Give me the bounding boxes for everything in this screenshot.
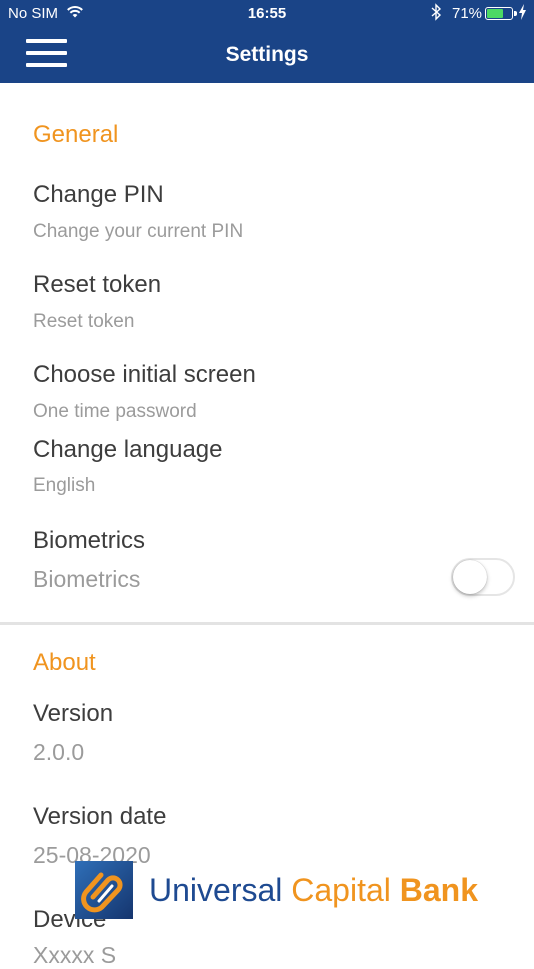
setting-title: Change language: [33, 436, 223, 463]
biometrics-toggle[interactable]: [451, 558, 515, 596]
bank-name-word-3: Bank: [399, 872, 479, 908]
setting-subtitle: One time password: [33, 401, 197, 422]
section-heading-about: About: [33, 649, 96, 676]
bank-name: Universal Capital Bank: [149, 872, 478, 909]
charging-bolt-icon: [518, 4, 527, 24]
version-date-label: Version date: [33, 803, 167, 830]
device-value: Xxxxx S: [33, 942, 117, 968]
battery-fill: [487, 9, 503, 18]
bank-logo-mark-icon: [75, 861, 133, 919]
setting-subtitle: Change your current PIN: [33, 221, 244, 242]
bank-logo: Universal Capital Bank: [75, 861, 478, 921]
section-heading-general: General: [33, 121, 119, 148]
page-title: Settings: [225, 43, 309, 66]
setting-initial-screen[interactable]: Choose initial screen One time password: [0, 352, 534, 427]
app-header: No SIM 16:55 71% Settings: [0, 0, 534, 83]
setting-change-pin[interactable]: Change PIN Change your current PIN: [0, 172, 534, 252]
setting-title: Change PIN: [33, 181, 164, 208]
setting-title: Reset token: [33, 271, 162, 298]
setting-reset-token[interactable]: Reset token Reset token: [0, 262, 534, 342]
version-label: Version: [33, 700, 114, 727]
setting-subtitle: English: [33, 475, 96, 496]
bank-name-word-2: Capital: [291, 872, 391, 908]
biometrics-title: Biometrics: [33, 527, 146, 554]
section-divider: [0, 622, 534, 625]
status-bar: No SIM 16:55 71%: [0, 0, 534, 28]
version-value: 2.0.0: [33, 739, 85, 765]
battery-icon: [485, 7, 517, 20]
setting-title: Choose initial screen: [33, 361, 256, 388]
battery-percent: 71%: [452, 5, 483, 22]
biometrics-subtitle: Biometrics: [33, 566, 141, 592]
setting-subtitle: Reset token: [33, 311, 135, 332]
setting-change-language[interactable]: Change language English: [0, 427, 534, 507]
bluetooth-icon: [430, 3, 442, 25]
bank-name-word-1: Universal: [149, 872, 283, 908]
toggle-knob: [453, 560, 487, 594]
